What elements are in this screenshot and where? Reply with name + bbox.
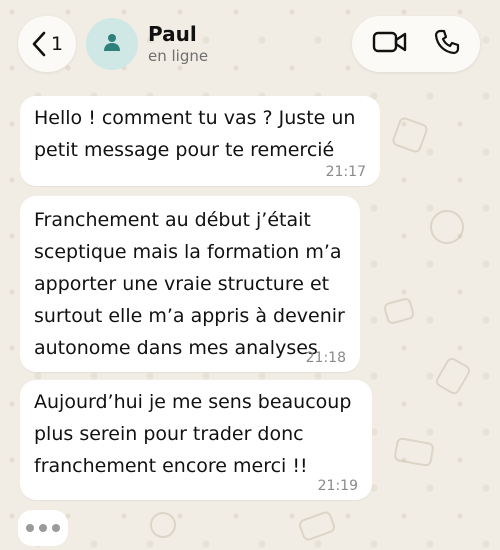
call-actions <box>352 16 480 72</box>
message-time: 21:17 <box>325 164 366 180</box>
video-camera-icon <box>372 30 408 58</box>
wallpaper-doodle <box>390 115 430 155</box>
back-button[interactable]: 1 <box>18 16 76 72</box>
contact-name[interactable]: Paul <box>148 22 197 46</box>
person-icon <box>102 32 122 56</box>
message-bubble[interactable]: Franchement au début j’était sceptique m… <box>20 196 360 372</box>
wallpaper-doodle <box>297 509 337 543</box>
message-text: Hello ! comment tu vas ? Juste un petit … <box>34 107 356 161</box>
wallpaper-doodle <box>382 296 416 326</box>
typing-indicator <box>18 510 68 546</box>
wallpaper-doodle <box>393 436 435 468</box>
contact-status: en ligne <box>148 47 209 65</box>
voice-call-button[interactable] <box>422 16 472 72</box>
message-time: 21:18 <box>305 350 346 366</box>
typing-dot <box>26 524 34 532</box>
wallpaper-doodle <box>430 210 464 244</box>
message-text: Aujourd’hui je me sens beaucoup plus ser… <box>34 391 352 477</box>
unread-count: 1 <box>50 33 64 55</box>
chevron-left-icon <box>31 31 47 57</box>
video-call-button[interactable] <box>362 16 418 72</box>
wallpaper-doodle <box>150 512 176 538</box>
phone-icon <box>434 29 460 59</box>
message-time: 21:19 <box>317 478 358 494</box>
message-bubble[interactable]: Hello ! comment tu vas ? Juste un petit … <box>20 96 380 186</box>
message-text: Franchement au début j’était sceptique m… <box>34 209 345 359</box>
chat-header: 1 Paul en ligne <box>0 0 500 88</box>
typing-dot <box>39 524 47 532</box>
avatar[interactable] <box>86 18 138 70</box>
message-bubble[interactable]: Aujourd’hui je me sens beaucoup plus ser… <box>20 380 372 500</box>
wallpaper-doodle <box>433 355 473 397</box>
typing-dot <box>52 524 60 532</box>
